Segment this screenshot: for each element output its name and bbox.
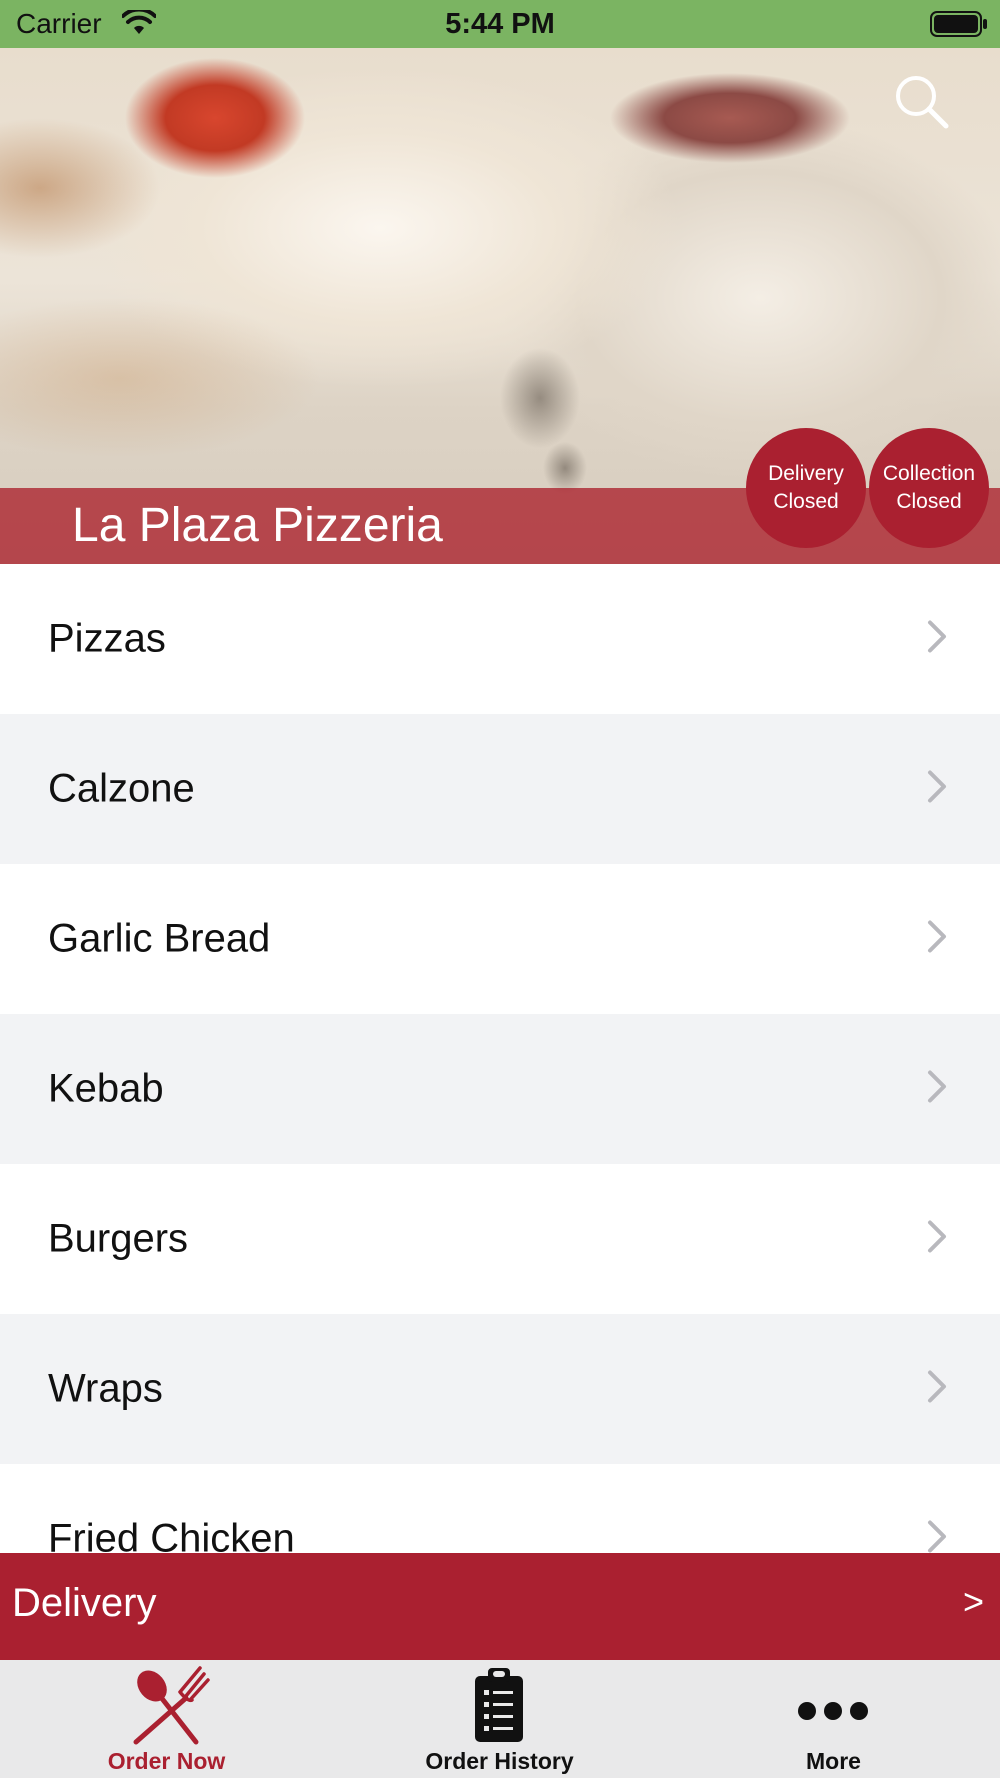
menu-item-label: Pizzas [48, 616, 166, 661]
delivery-badge-line2: Closed [773, 490, 839, 513]
delivery-mode-button[interactable]: Delivery > [0, 1553, 1000, 1660]
menu-item-calzone[interactable]: Calzone [0, 714, 1000, 864]
chevron-right-icon [926, 1070, 948, 1109]
tab-order-history[interactable]: Order History [333, 1660, 666, 1778]
menu-item-kebab[interactable]: Kebab [0, 1014, 1000, 1164]
tab-label: Order History [425, 1748, 574, 1774]
collection-status-badge: Collection Closed [869, 428, 989, 548]
menu-item-label: Fried Chicken [48, 1516, 295, 1555]
fork-knife-icon [0, 1666, 333, 1746]
menu-item-label: Wraps [48, 1366, 163, 1411]
chevron-right-icon [926, 1520, 948, 1555]
battery-icon [930, 11, 988, 42]
menu-item-label: Burgers [48, 1216, 189, 1261]
search-icon[interactable] [894, 74, 950, 130]
delivery-badge-line1: Delivery [768, 462, 844, 485]
menu-item-pizzas[interactable]: Pizzas [0, 564, 1000, 714]
chevron-right-icon [926, 1220, 948, 1259]
menu-item-garlic-bread[interactable]: Garlic Bread [0, 864, 1000, 1014]
clipboard-icon [333, 1666, 666, 1746]
chevron-right-icon [926, 770, 948, 809]
menu-item-wraps[interactable]: Wraps [0, 1314, 1000, 1464]
tab-label: Order Now [107, 1748, 226, 1774]
menu-item-label: Kebab [48, 1066, 164, 1111]
delivery-status-badge: Delivery Closed [746, 428, 866, 548]
status-bar: Carrier 5:44 PM [0, 0, 1000, 48]
status-time: 5:44 PM [445, 8, 555, 40]
menu-item-label: Calzone [48, 766, 195, 811]
menu-category-list: Pizzas Calzone Garlic Bread Kebab Burger… [0, 564, 1000, 1554]
tab-label: More [806, 1748, 861, 1774]
collection-badge-line1: Collection [882, 462, 976, 485]
collection-badge-line2: Closed [896, 490, 962, 513]
menu-item-fried-chicken[interactable]: Fried Chicken [0, 1464, 1000, 1554]
tab-more[interactable]: More [667, 1660, 1000, 1778]
tab-order-now[interactable]: Order Now [0, 1660, 333, 1778]
chevron-right-icon [926, 920, 948, 959]
menu-item-burgers[interactable]: Burgers [0, 1164, 1000, 1314]
chevron-right-icon [926, 1370, 948, 1409]
menu-item-label: Garlic Bread [48, 916, 271, 961]
more-dots-icon [667, 1666, 1000, 1746]
tab-bar: Order Now Order History More [0, 1660, 1000, 1778]
chevron-right-icon [926, 620, 948, 659]
delivery-mode-label: Delivery [12, 1581, 157, 1625]
delivery-mode-arrow: > [962, 1581, 984, 1622]
restaurant-name: La Plaza Pizzeria [72, 499, 443, 552]
